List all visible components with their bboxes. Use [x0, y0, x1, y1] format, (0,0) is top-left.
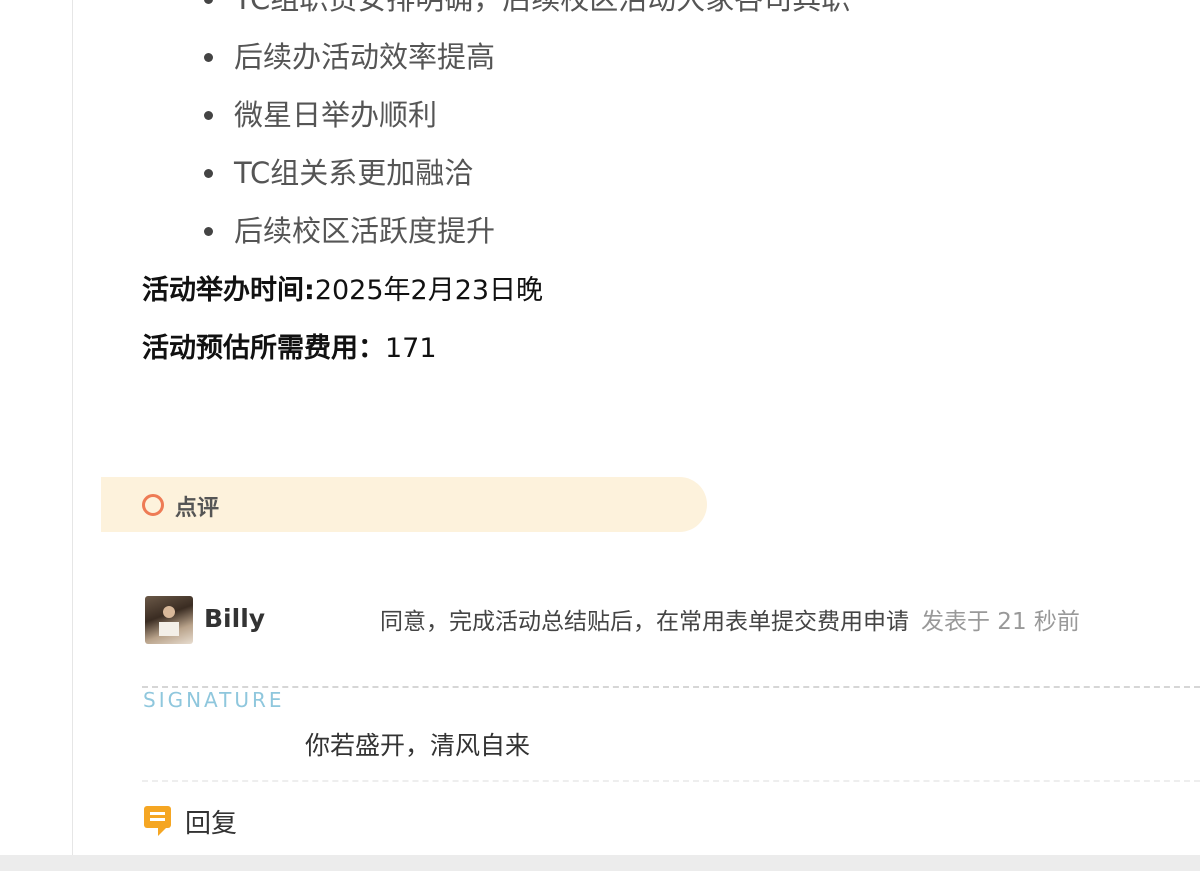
- event-time-value: 2025年2月23日晚: [314, 275, 544, 306]
- list-item: 后续办活动效率提高: [200, 28, 850, 86]
- signature-divider: [142, 686, 1200, 688]
- content-left-border: [72, 0, 73, 855]
- list-item: TC组关系更加融洽: [200, 144, 850, 202]
- event-cost-line: 活动预估所需费用：171: [142, 326, 437, 365]
- comment-icon[interactable]: [144, 806, 171, 836]
- comment-username[interactable]: Billy: [204, 604, 265, 633]
- list-item: 后续校区活跃度提升: [200, 202, 850, 260]
- comment-text: 同意，完成活动总结贴后，在常用表单提交费用申请: [380, 609, 909, 635]
- comment-timestamp: 发表于 21 秒前: [921, 609, 1080, 635]
- event-time-label: 活动举办时间:: [142, 275, 315, 306]
- event-cost-label: 活动预估所需费用：: [142, 333, 385, 364]
- list-item: 微星日举办顺利: [200, 86, 850, 144]
- page-bottom-bar: [0, 855, 1200, 871]
- signature-label: SIGNATURE: [143, 688, 285, 712]
- reply-button[interactable]: 回复: [185, 803, 237, 840]
- event-cost-value: 171: [385, 333, 437, 364]
- comment-body: 同意，完成活动总结贴后，在常用表单提交费用申请 发表于 21 秒前: [380, 602, 1080, 636]
- goals-list: TC组职责安排明确，后续校区活动大家各司其职 后续办活动效率提高 微星日举办顺利…: [200, 0, 850, 260]
- list-item: TC组职责安排明确，后续校区活动大家各司其职: [200, 0, 850, 28]
- circle-icon: [142, 494, 164, 516]
- avatar[interactable]: [145, 596, 193, 644]
- signature-text: 你若盛开，清风自来: [305, 731, 531, 760]
- event-time-line: 活动举办时间:2025年2月23日晚: [142, 268, 543, 307]
- reply-divider: [142, 780, 1200, 782]
- review-section-title: 点评: [175, 496, 220, 521]
